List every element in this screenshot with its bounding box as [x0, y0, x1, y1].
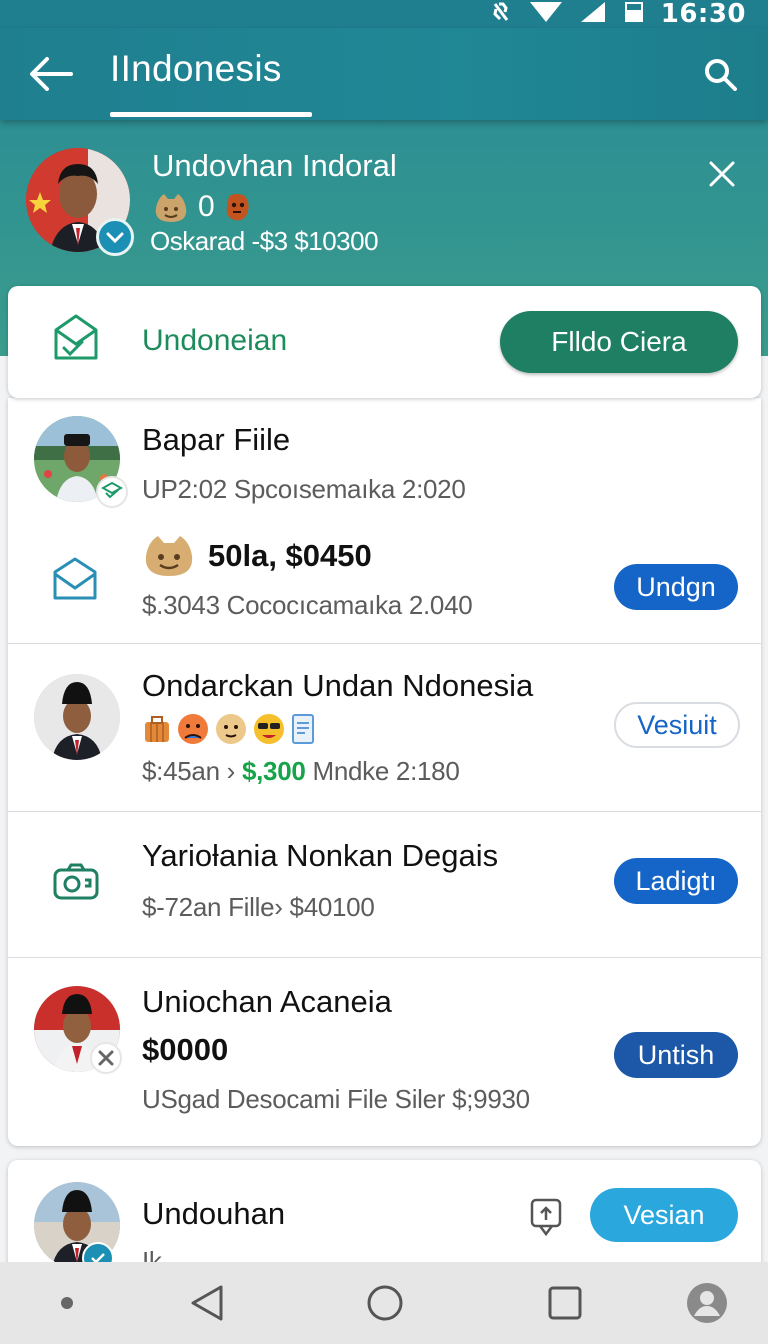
list-item[interactable]: Bapar Fiile UP2:02 Spcoısemaıka 2:020 50…: [8, 398, 761, 644]
profile-avatar[interactable]: [26, 148, 134, 256]
signal-icon: [579, 0, 607, 28]
money-bag-icon: [142, 532, 196, 582]
profile-balance: Oskarad -$3 $10300: [150, 226, 379, 256]
money-bag-icon: [155, 194, 187, 222]
briefcase-icon: [145, 716, 169, 742]
item-subtitle: UP2:02 Spcoısemaıka 2:020: [142, 474, 466, 504]
item-action-button[interactable]: Vesian: [590, 1188, 738, 1242]
share-icon[interactable]: [526, 1196, 566, 1242]
item-action-button[interactable]: Undgn: [614, 564, 738, 610]
item-detail-highlight: $,300: [241, 756, 306, 786]
avatar: [34, 674, 120, 760]
neutral-face-icon: [216, 714, 246, 744]
close-button[interactable]: [700, 152, 744, 196]
back-button[interactable]: [26, 50, 76, 98]
item-detail: USgad Desocami File Siler $;9930: [142, 1084, 530, 1114]
nav-dot-button[interactable]: [44, 1280, 90, 1326]
document-icon: [292, 714, 314, 744]
transaction-list: Bapar Fiile UP2:02 Spcoısemaıka 2:020 50…: [8, 398, 761, 1146]
action-label: Undoneian: [142, 324, 288, 357]
layers-check-icon: [101, 481, 123, 499]
mail-check-icon: [52, 312, 100, 366]
nav-profile-button[interactable]: [684, 1280, 730, 1326]
item-detail: $.3043 Cococıcamaıka 2.040: [142, 590, 473, 620]
item-amount: 50la, $0450: [208, 538, 372, 573]
item-title: Uniochan Acaneia: [142, 984, 392, 1019]
notifications-off-icon: [489, 0, 513, 28]
item-title: Ondarckan Undan Ndonesia: [142, 668, 534, 703]
search-button[interactable]: [696, 50, 744, 98]
mail-icon: [52, 556, 98, 606]
item-action-button[interactable]: Ladigtı: [614, 858, 738, 904]
item-title: Bapar Fiile: [142, 422, 291, 457]
user-icon: [687, 1283, 727, 1323]
list-item[interactable]: Ondarckan Undan Ndonesia $:45an › $,300 …: [8, 644, 761, 812]
item-detail: $:45an › $,300 Mndke 2:180: [142, 756, 460, 787]
system-nav-bar: [0, 1262, 768, 1344]
square-recents-icon: [548, 1286, 582, 1320]
nav-recents-button[interactable]: [542, 1280, 588, 1326]
primary-action-button[interactable]: Flldo Ciera: [500, 311, 738, 373]
list-item[interactable]: Uniochan Acaneia $0000 USgad Desocami Fi…: [8, 958, 761, 1146]
verified-badge: [96, 476, 128, 508]
item-detail-suffix: Mndke 2:180: [312, 756, 460, 786]
nav-back-button[interactable]: [184, 1280, 230, 1326]
cool-face-icon: [254, 714, 284, 744]
item-amount: $0000: [142, 1032, 229, 1067]
status-badge: [90, 1042, 122, 1074]
item-title: Yarioƚania Nonkan Degais: [142, 838, 499, 873]
profile-name: Undovhan Indoral: [152, 148, 397, 183]
circle-home-icon: [367, 1285, 403, 1321]
page-title: IIndonesis: [110, 48, 282, 89]
wifi-icon: [529, 0, 563, 28]
battery-icon: [623, 0, 645, 28]
status-time: 16:30: [660, 0, 746, 29]
profile-count: 0: [198, 190, 215, 223]
item-action-button[interactable]: Vesiuit: [614, 702, 740, 748]
item-detail-prefix: $:45an ›: [142, 756, 236, 786]
dot-icon: [61, 1297, 73, 1309]
tab-indicator: [110, 112, 312, 117]
close-icon: [709, 161, 735, 187]
camera-icon: [52, 862, 100, 906]
nav-home-button[interactable]: [362, 1280, 408, 1326]
triangle-back-icon: [191, 1285, 223, 1321]
item-action-button[interactable]: Untish: [614, 1032, 738, 1078]
tools-icon: [98, 1050, 114, 1066]
arrow-left-icon: [30, 57, 73, 91]
action-card: Undoneian Flldo Ciera: [8, 286, 761, 398]
item-detail: $-72an Fille› $40100: [142, 892, 375, 922]
status-bar: 16:30: [0, 0, 768, 28]
search-icon: [705, 59, 737, 91]
verified-badge: [96, 218, 134, 256]
item-title: Undouhan: [142, 1196, 286, 1231]
angry-face-icon: [226, 194, 249, 221]
app-bar: IIndonesis: [0, 28, 768, 120]
profile-reactions: 0: [152, 190, 251, 224]
list-item[interactable]: Yarioƚania Nonkan Degais $-72an Fille› $…: [8, 812, 761, 958]
crying-face-icon: [178, 714, 208, 744]
chevron-down-icon: [106, 232, 124, 244]
item-tags: [142, 712, 316, 746]
